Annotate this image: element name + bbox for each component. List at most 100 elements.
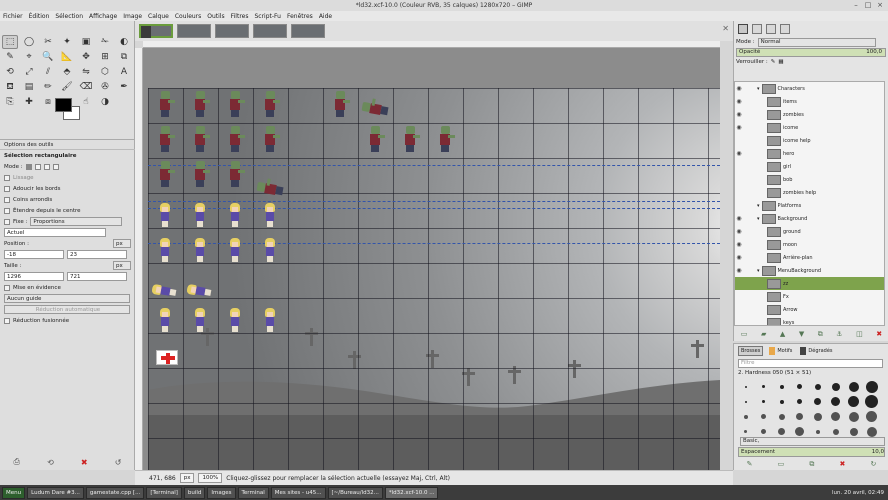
mode-intersect-icon[interactable] [52, 163, 59, 170]
brush-filter-input[interactable]: Filtre [738, 358, 883, 368]
brush-swatch[interactable] [846, 395, 861, 408]
layer-row[interactable]: ▾ Platforms [735, 199, 884, 212]
zoom-dropdown[interactable]: 100% [198, 473, 223, 483]
brush-swatch[interactable] [756, 395, 771, 408]
brush-swatch[interactable] [828, 380, 843, 393]
brush-swatch[interactable] [810, 380, 825, 393]
undo-tab-icon[interactable] [780, 24, 790, 34]
ellipse-select-icon[interactable]: ◯ [21, 35, 37, 49]
crop-icon[interactable]: ⧉ [116, 50, 132, 64]
scissors-icon[interactable]: ✁ [97, 35, 113, 49]
layer-row[interactable]: icome help [735, 134, 884, 147]
menu-item-5[interactable]: Calque [148, 13, 169, 20]
layer-row[interactable]: ◉ icome [735, 121, 884, 134]
auto-shrink-button[interactable]: Réduction automatique [4, 305, 130, 314]
scale-icon[interactable]: ⤢ [21, 65, 37, 79]
layer-row[interactable]: ◉ zombies [735, 108, 884, 121]
move-icon[interactable]: ✥ [78, 50, 94, 64]
image-canvas[interactable] [148, 88, 720, 470]
patterns-tab[interactable]: Motifs [769, 347, 794, 355]
restore-options-icon[interactable]: ⟲ [47, 458, 54, 467]
menu-item-11[interactable]: Aide [319, 13, 332, 20]
brush-preset-dropdown[interactable]: Basic, [740, 436, 885, 446]
position-y-input[interactable]: 23 [67, 250, 127, 259]
menu-item-2[interactable]: Sélection [55, 13, 83, 20]
taskbar-task[interactable]: Ludum Dare #3... [27, 486, 84, 499]
layer-row[interactable]: bob [735, 173, 884, 186]
close-icon[interactable]: × [876, 1, 884, 9]
brush-swatch[interactable] [774, 395, 789, 408]
vertical-ruler[interactable] [135, 48, 143, 470]
save-options-icon[interactable]: ⎙ [14, 457, 20, 467]
layer-mode-dropdown[interactable]: Normal [757, 37, 876, 47]
bucket-fill-icon[interactable]: ⛾ [2, 80, 18, 94]
start-menu-button[interactable]: Menu [2, 486, 26, 499]
paintbrush-icon[interactable]: 🖌 [59, 80, 75, 94]
fixe-checkbox[interactable] [4, 218, 10, 225]
image-tab-thumbnail[interactable] [139, 24, 173, 38]
brush-swatch[interactable] [846, 380, 861, 393]
expand-icon[interactable]: ▾ [757, 86, 760, 92]
size-height-input[interactable]: 721 [67, 272, 127, 281]
dodge-icon[interactable]: ◑ [97, 95, 113, 109]
eye-icon[interactable]: ◉ [735, 124, 743, 131]
minimize-icon[interactable]: – [852, 1, 860, 9]
align-icon[interactable]: ⊞ [97, 50, 113, 64]
raise-layer-icon[interactable]: ▲ [780, 330, 785, 338]
gradients-tab[interactable]: Dégradés [800, 347, 834, 355]
eye-icon[interactable]: ◉ [735, 254, 743, 261]
menu-item-0[interactable]: Fichier [3, 13, 23, 20]
eye-icon[interactable]: ◉ [735, 241, 743, 248]
brush-swatch[interactable] [792, 410, 807, 423]
delete-brush-icon[interactable]: ✖ [839, 460, 845, 468]
brush-swatch[interactable] [774, 410, 789, 423]
brushes-tab[interactable]: Brosses [738, 346, 764, 356]
new-layer-icon[interactable]: ▭ [741, 330, 748, 338]
brush-swatch[interactable] [864, 410, 879, 423]
perspective-clone-icon[interactable]: ⧈ [40, 95, 56, 109]
brush-swatch[interactable] [738, 395, 753, 408]
rect-select-icon[interactable]: ⬚ [2, 35, 18, 49]
brush-swatch[interactable] [774, 380, 789, 393]
adoucir-checkbox[interactable] [4, 185, 10, 192]
eye-icon[interactable]: ◉ [735, 267, 743, 274]
brush-swatch[interactable] [864, 380, 879, 393]
eye-icon[interactable]: ◉ [735, 228, 743, 235]
airbrush-icon[interactable]: ✇ [97, 80, 113, 94]
pencil-icon[interactable]: ✏ [40, 80, 56, 94]
eye-icon[interactable]: ◉ [735, 111, 743, 118]
reset-options-icon[interactable]: ↺ [115, 458, 122, 467]
perspective-icon[interactable]: ⬘ [59, 65, 75, 79]
brush-swatch[interactable] [756, 380, 771, 393]
tool-options-tab[interactable]: Options des outils [4, 142, 53, 148]
mode-subtract-icon[interactable] [43, 163, 50, 170]
brush-swatch[interactable] [738, 410, 753, 423]
measure-icon[interactable]: 📐 [59, 50, 75, 64]
horizontal-ruler[interactable] [143, 41, 720, 48]
edit-brush-icon[interactable]: ✎ [747, 460, 753, 468]
layers-tab-icon[interactable] [738, 24, 748, 34]
image-tab-thumbnail[interactable] [215, 24, 249, 38]
eye-icon[interactable]: ◉ [735, 98, 743, 105]
canvas-viewport[interactable] [143, 48, 720, 470]
lower-layer-icon[interactable]: ▼ [799, 330, 804, 338]
layer-row[interactable]: ◉ moon [735, 238, 884, 251]
size-unit-dropdown[interactable]: px [113, 261, 131, 270]
lock-pixels-icon[interactable]: ✎ [771, 59, 776, 65]
brush-swatch[interactable] [846, 410, 861, 423]
refresh-brushes-icon[interactable]: ↻ [871, 460, 877, 468]
taskbar-task[interactable]: Images [207, 486, 236, 499]
layer-row[interactable]: ◉ ▾ MenuBackground [735, 264, 884, 277]
brush-swatch[interactable] [828, 395, 843, 408]
taskbar-task[interactable]: [Terminal] [146, 486, 182, 499]
layer-row[interactable]: ◉ ▾ Characters [735, 82, 884, 95]
flip-icon[interactable]: ⇋ [78, 65, 94, 79]
taskbar-task[interactable]: build [183, 486, 206, 499]
duplicate-layer-icon[interactable]: ⧉ [818, 330, 823, 339]
layer-row[interactable]: ◉ Arrière-plan [735, 251, 884, 264]
brush-swatch[interactable] [738, 380, 753, 393]
ratio-input[interactable]: Actuel [4, 228, 106, 237]
duplicate-brush-icon[interactable]: ⧉ [809, 460, 814, 469]
eraser-icon[interactable]: ⌫ [78, 80, 94, 94]
expand-icon[interactable]: ▾ [757, 216, 760, 222]
